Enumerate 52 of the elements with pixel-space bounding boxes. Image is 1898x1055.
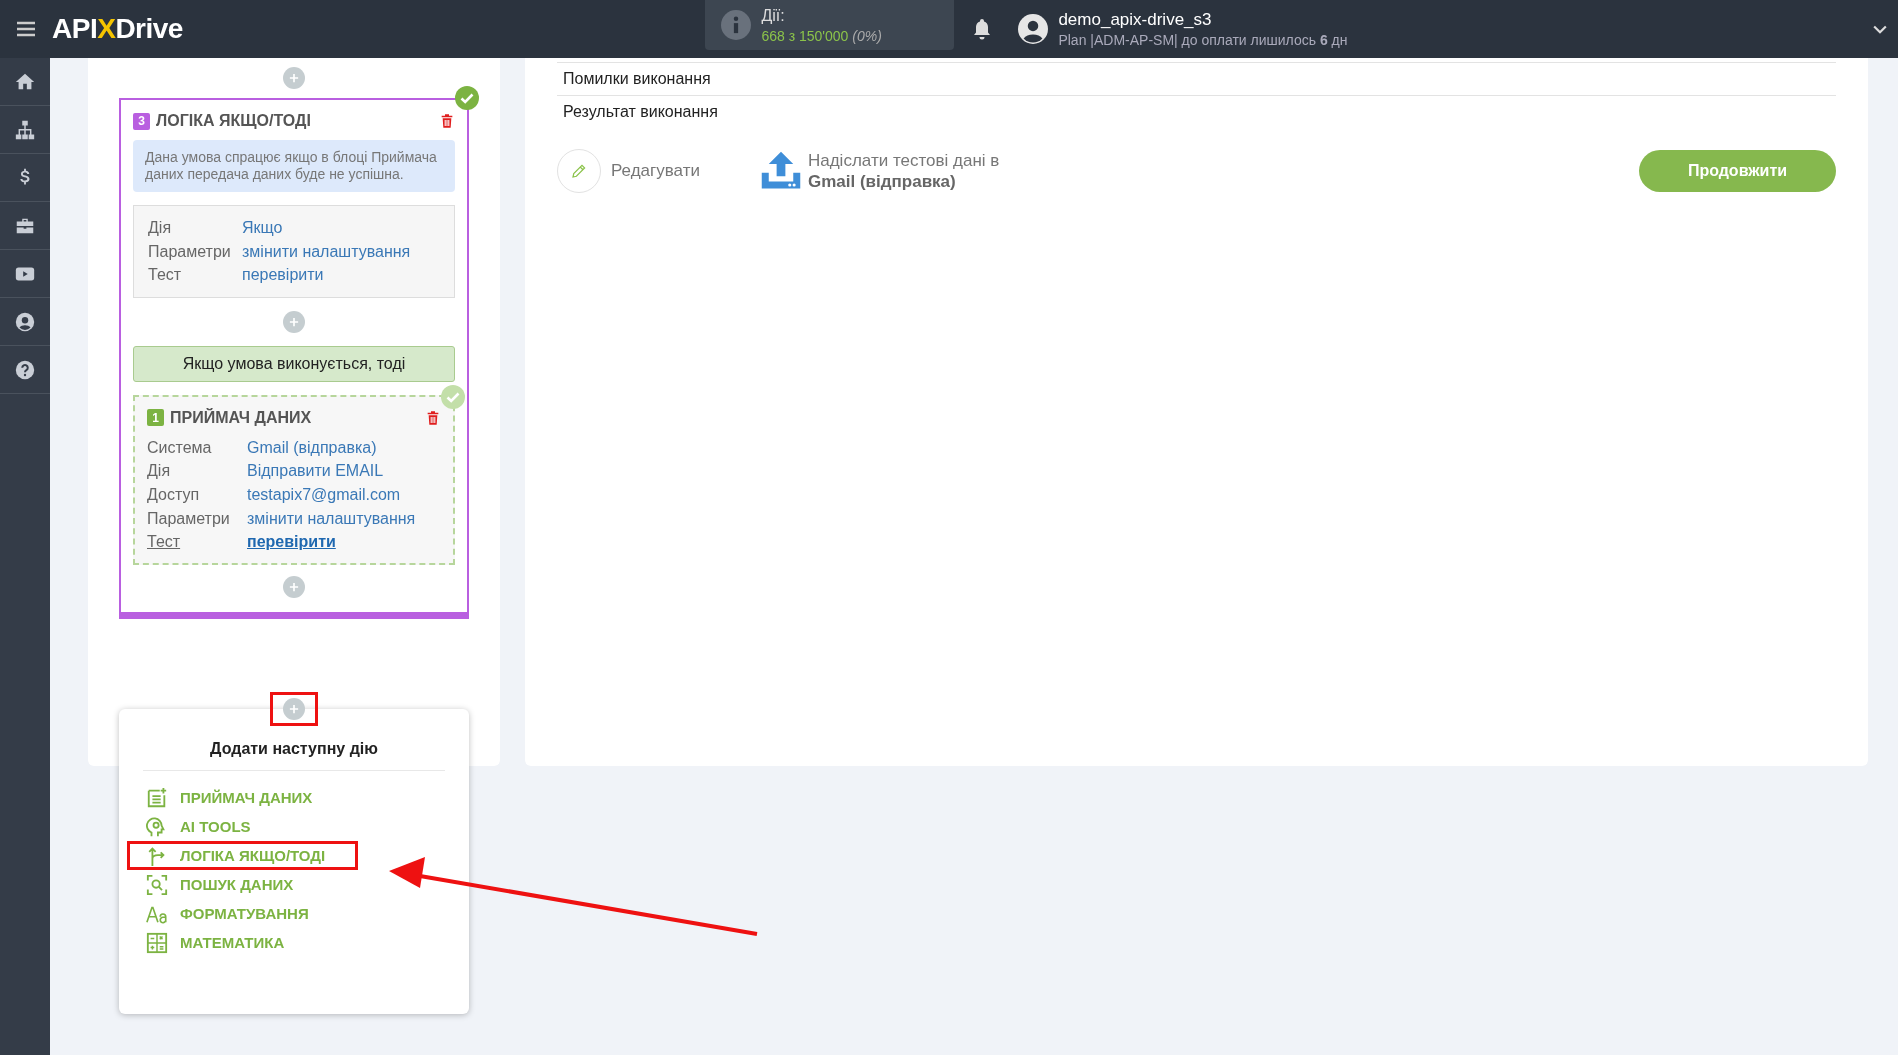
- avatar-icon[interactable]: [1018, 14, 1049, 44]
- field-link[interactable]: перевірити: [242, 264, 440, 286]
- menu-item[interactable]: МАТЕМАТИКА: [127, 928, 288, 957]
- field-label: Тест: [148, 265, 183, 286]
- menu-title: Додати наступну дію: [210, 740, 378, 758]
- field-label: Дія: [147, 461, 172, 482]
- plan-info: Plan |ADM-AP-SM| до оплати лишилось 6 дн: [1058, 32, 1348, 48]
- block-title: ПРИЙМАЧ ДАНИХ: [170, 408, 313, 427]
- table-row: Помилки виконання: [557, 62, 1836, 95]
- field-link[interactable]: testapix7@gmail.com: [247, 483, 441, 506]
- field-label: Параметри: [148, 241, 232, 262]
- field-link[interactable]: змінити налаштування: [242, 240, 440, 263]
- field-label: Доступ: [147, 484, 201, 505]
- hierarchy-icon[interactable]: [14, 118, 36, 141]
- menu-item[interactable]: ПОШУК ДАНИХ: [127, 870, 297, 899]
- menu-item[interactable]: AI TOOLS: [127, 812, 254, 841]
- field-link[interactable]: Якщо: [242, 217, 440, 239]
- field-label: Параметри: [147, 508, 231, 529]
- field-link[interactable]: змінити налаштування: [247, 507, 441, 530]
- edit-button[interactable]: Редагувати: [557, 149, 700, 193]
- menu-item[interactable]: ФОРМАТУВАННЯ: [127, 899, 312, 928]
- field-link[interactable]: Gmail (відправка): [247, 436, 441, 459]
- condition-bar: Якщо умова виконується, тоді: [133, 345, 455, 382]
- field-label: Дія: [148, 218, 173, 238]
- field-link[interactable]: Відправити EMAIL: [247, 460, 441, 482]
- upload-icon: [759, 150, 802, 192]
- trash-icon[interactable]: [425, 408, 441, 427]
- info-icon: [721, 10, 752, 40]
- info-note: Дана умова спрацює якщо в блоці Приймача даних передача даних буде не успішна.: [133, 140, 455, 192]
- pencil-icon: [570, 162, 588, 180]
- search-icon: [146, 873, 168, 896]
- field-link[interactable]: перевірити: [247, 531, 441, 553]
- actions-label: Дії:: [761, 6, 786, 25]
- logo[interactable]: APIXDrive: [52, 13, 183, 45]
- trash-icon[interactable]: [439, 112, 455, 130]
- field-label: Тест: [147, 532, 182, 553]
- block-title: ЛОГІКА ЯКЩО/ТОДІ: [156, 112, 312, 130]
- help-icon[interactable]: [14, 358, 36, 381]
- step-number: 3: [133, 112, 150, 130]
- head-gear-icon: [146, 815, 168, 838]
- menu-item[interactable]: ПРИЙМАЧ ДАНИХ: [127, 783, 316, 812]
- menu-item[interactable]: ЛОГІКА ЯКЩО/ТОДІ: [127, 841, 359, 870]
- user-icon[interactable]: [14, 310, 36, 333]
- field-label: Система: [147, 437, 213, 458]
- actions-count: 668 з 150'000 (0%): [761, 27, 882, 44]
- calculator-icon: [146, 931, 168, 954]
- continue-button[interactable]: Продовжити: [1639, 150, 1836, 192]
- document-plus-icon: [146, 786, 168, 809]
- step-number: 1: [147, 409, 164, 427]
- send-test-link[interactable]: Надіслати тестові дані в Gmail (відправка): [759, 150, 1018, 192]
- user-name: demo_apix-drive_s3: [1058, 10, 1213, 30]
- table-row: Результат виконання: [557, 95, 1836, 128]
